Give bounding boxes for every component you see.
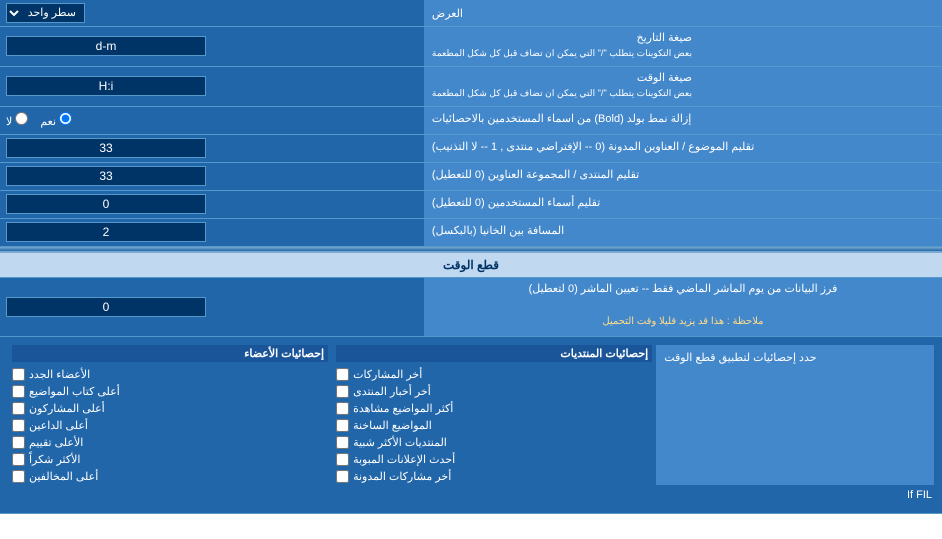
spacing-input[interactable] (6, 222, 206, 242)
stat-top-rated-check[interactable] (12, 436, 25, 449)
forum-stats-header: إحصائيات المنتديات (336, 345, 652, 362)
stat-top-writers: أعلى كتاب المواضيع (12, 383, 328, 400)
stat-most-thanked-check[interactable] (12, 453, 25, 466)
spacing-label: المسافة بين الخانيا (بالبكسل) (424, 219, 942, 246)
bold-radio-cell: نعم لا (0, 107, 424, 134)
stat-blog-posts-check[interactable] (336, 470, 349, 483)
member-stats-header: إحصائيات الأعضاء (12, 345, 328, 362)
stat-most-thanked: الأكثر شكراً (12, 451, 328, 468)
bold-radio-group: نعم لا (6, 112, 72, 128)
display-select-cell: سطر واحد (0, 0, 424, 26)
trim-forum-input-cell (0, 163, 424, 190)
cutoff-label: فرز البيانات من يوم الماشر الماضي فقط --… (424, 278, 942, 337)
stat-last-posts-check[interactable] (336, 368, 349, 381)
checkboxes-section: حدد إحصائيات لتطبيق قطع الوقت إحصائيات ا… (0, 337, 942, 514)
trim-topic-input[interactable] (6, 138, 206, 158)
stat-top-violators-check[interactable] (12, 470, 25, 483)
trim-forum-label: تقليم المنتدى / المجموعة العناوين (0 للت… (424, 163, 942, 190)
stat-blog-posts: أخر مشاركات المدونة (336, 468, 652, 485)
trim-users-input[interactable] (6, 194, 206, 214)
stat-hot-topics-check[interactable] (336, 419, 349, 432)
trim-forum-input[interactable] (6, 166, 206, 186)
stat-top-inviters: أعلى الداعين (12, 417, 328, 434)
lines-select[interactable]: سطر واحد (6, 3, 85, 23)
stat-forum-news: أخر أخبار المنتدى (336, 383, 652, 400)
bold-no-label[interactable]: لا (6, 112, 28, 128)
trim-topic-input-cell (0, 135, 424, 162)
stat-top-violators: أعلى المخالفين (12, 468, 328, 485)
stat-most-viewed-check[interactable] (336, 402, 349, 415)
member-stats-col: إحصائيات الأعضاء الأعضاء الجدد أعلى كتاب… (8, 345, 332, 485)
stat-new-members: الأعضاء الجدد (12, 366, 328, 383)
stat-most-similar-check[interactable] (336, 436, 349, 449)
trim-users-input-cell (0, 191, 424, 218)
limit-label: حدد إحصائيات لتطبيق قطع الوقت (656, 345, 934, 485)
date-format-label: صيغة التاريخبعض التكوينات يتطلب "/" التي… (424, 27, 942, 66)
cutoff-input-cell (0, 278, 424, 337)
stat-last-posts: أخر المشاركات (336, 366, 652, 383)
bold-yes-label[interactable]: نعم (40, 112, 72, 128)
cutoff-input[interactable] (6, 297, 206, 317)
stat-top-participants: أعلى المشاركون (12, 400, 328, 417)
spacing-input-cell (0, 219, 424, 246)
stat-most-viewed: أكثر المواضيع مشاهدة (336, 400, 652, 417)
time-format-label: صيغة الوقتبعض التكوينات يتطلب "/" التي ي… (424, 67, 942, 106)
bold-label: إزالة نمط بولد (Bold) من اسماء المستخدمي… (424, 107, 942, 134)
cutoff-note: ملاحظة : هذا قد يزيد قليلا وقت التحميل (594, 312, 771, 332)
date-format-input[interactable] (6, 36, 206, 56)
date-format-input-cell (0, 27, 424, 66)
stat-new-members-check[interactable] (12, 368, 25, 381)
stat-latest-ads-check[interactable] (336, 453, 349, 466)
time-format-input[interactable] (6, 76, 206, 96)
display-label: العرض (424, 0, 942, 26)
if-fil-text: If FIL (8, 485, 934, 505)
cutoff-section-header: قطع الوقت (0, 251, 942, 278)
forum-stats-col: إحصائيات المنتديات أخر المشاركات أخر أخب… (332, 345, 656, 485)
stat-latest-ads: أحدث الإعلانات المبوبة (336, 451, 652, 468)
stat-most-similar: المنتديات الأكثر شبية (336, 434, 652, 451)
stat-top-writers-check[interactable] (12, 385, 25, 398)
trim-topic-label: تقليم الموضوع / العناوين المدونة (0 -- ا… (424, 135, 942, 162)
stat-top-rated: الأعلى تقييم (12, 434, 328, 451)
bold-no-radio[interactable] (15, 112, 28, 125)
stat-hot-topics: المواضيع الساخنة (336, 417, 652, 434)
trim-users-label: تقليم أسماء المستخدمين (0 للتعطيل) (424, 191, 942, 218)
stat-top-participants-check[interactable] (12, 402, 25, 415)
stat-top-inviters-check[interactable] (12, 419, 25, 432)
time-format-input-cell (0, 67, 424, 106)
bold-yes-radio[interactable] (59, 112, 72, 125)
stat-forum-news-check[interactable] (336, 385, 349, 398)
